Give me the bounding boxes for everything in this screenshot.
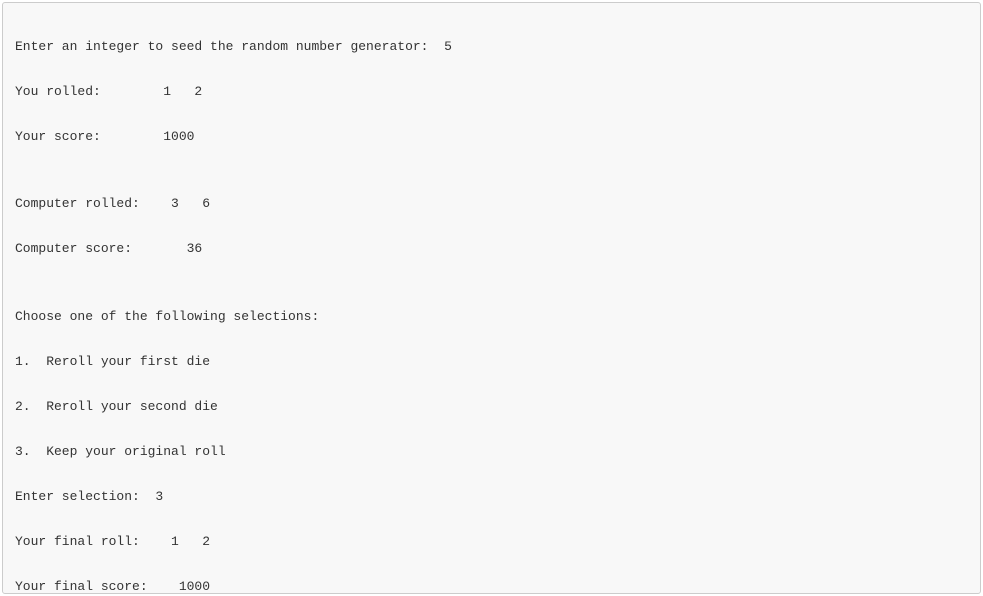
terminal-line: Your score: 1000 xyxy=(15,126,968,149)
terminal-line: Choose one of the following selections: xyxy=(15,306,968,329)
terminal-line: Enter selection: 3 xyxy=(15,486,968,509)
terminal-line: Your final roll: 1 2 xyxy=(15,531,968,554)
terminal-line: 3. Keep your original roll xyxy=(15,441,968,464)
terminal-line: Computer rolled: 3 6 xyxy=(15,193,968,216)
terminal-line: 2. Reroll your second die xyxy=(15,396,968,419)
terminal-line: Enter an integer to seed the random numb… xyxy=(15,36,968,59)
terminal-line: Your final score: 1000 xyxy=(15,576,968,595)
terminal-line: 1. Reroll your first die xyxy=(15,351,968,374)
terminal-line: You rolled: 1 2 xyxy=(15,81,968,104)
terminal-line: Computer score: 36 xyxy=(15,238,968,261)
terminal-output: Enter an integer to seed the random numb… xyxy=(2,2,981,594)
